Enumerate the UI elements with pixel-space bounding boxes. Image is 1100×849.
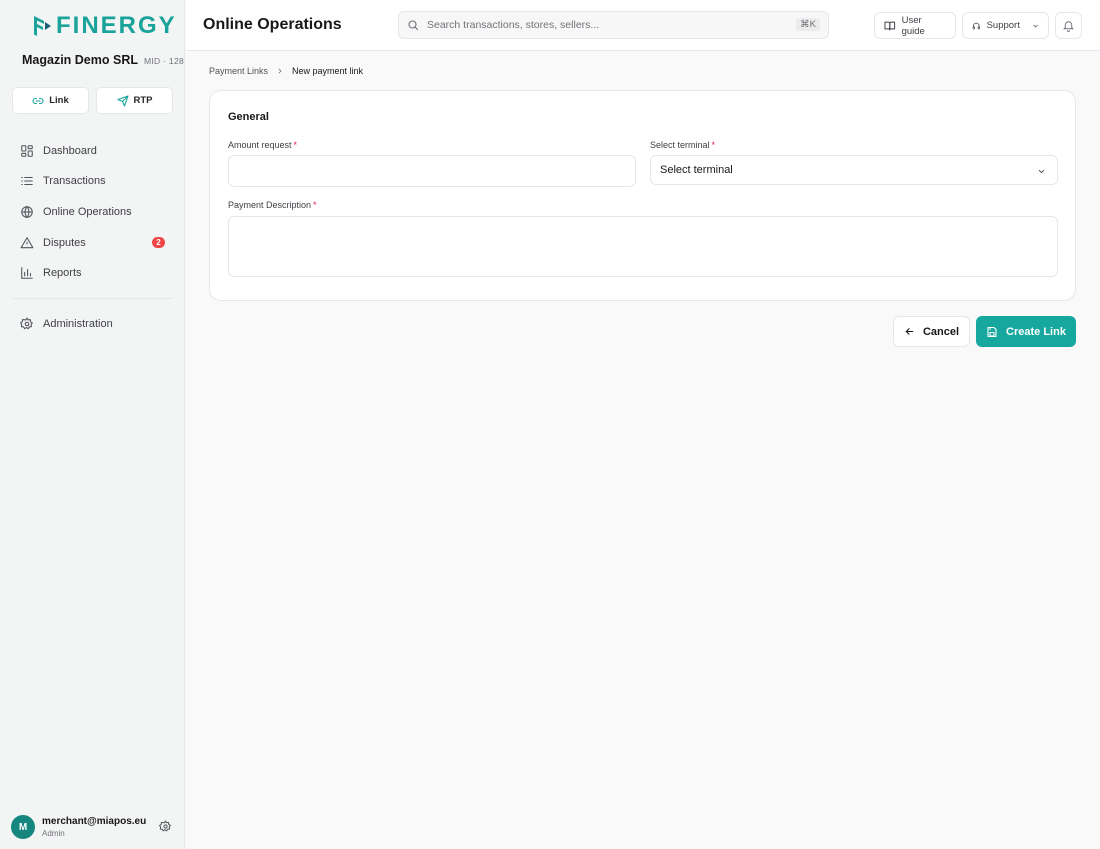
user-guide-button[interactable]: User guide bbox=[874, 12, 956, 39]
link-icon bbox=[32, 97, 44, 104]
sidebar-item-label: Transactions bbox=[43, 174, 106, 187]
amount-label: Amount request * bbox=[228, 140, 297, 150]
required-mark: * bbox=[293, 140, 298, 150]
globe-icon bbox=[21, 205, 33, 218]
user-guide-label: User guide bbox=[901, 14, 925, 37]
create-link-button[interactable]: Create Link bbox=[976, 316, 1076, 347]
book-icon bbox=[884, 21, 896, 30]
description-textarea[interactable] bbox=[228, 216, 1058, 277]
bar-chart-icon bbox=[21, 266, 33, 279]
support-label: Support bbox=[986, 20, 1020, 31]
cancel-label: Cancel bbox=[922, 325, 960, 338]
sidebar-item-online-operations[interactable]: Online Operations bbox=[12, 198, 173, 225]
avatar: M bbox=[11, 815, 35, 839]
support-button[interactable]: Support bbox=[962, 12, 1049, 39]
disputes-count-badge: 2 bbox=[152, 237, 165, 248]
quick-rtp-button[interactable]: RTP bbox=[96, 87, 173, 114]
general-form-card: General Amount request * Select terminal *… bbox=[209, 90, 1076, 301]
brand-name: FINERGY bbox=[56, 12, 177, 39]
user-role: Admin bbox=[42, 829, 65, 838]
quick-rtp-label: RTP bbox=[133, 95, 153, 106]
chevron-down-icon bbox=[1033, 24, 1038, 27]
create-link-label: Create Link bbox=[1006, 325, 1066, 338]
sidebar-item-transactions[interactable]: Transactions bbox=[12, 167, 173, 194]
merchant-info: Magazin Demo SRL MID · 128 bbox=[22, 53, 184, 67]
page-title: Online Operations bbox=[203, 16, 342, 33]
sidebar-item-disputes[interactable]: Disputes 2 bbox=[12, 229, 173, 256]
breadcrumb-current: New payment link bbox=[292, 66, 364, 76]
chevron-right-icon bbox=[278, 68, 282, 74]
sidebar-item-label: Administration bbox=[43, 317, 113, 330]
description-label-text: Payment Description bbox=[228, 200, 312, 210]
brand-logo[interactable]: FINERGY bbox=[32, 12, 177, 40]
sidebar-item-label: Disputes bbox=[43, 236, 86, 249]
sidebar-divider bbox=[12, 298, 173, 299]
warning-icon bbox=[20, 236, 34, 248]
terminal-select-value: Select terminal bbox=[660, 164, 733, 176]
required-mark: * bbox=[711, 140, 716, 150]
amount-input[interactable] bbox=[228, 155, 636, 187]
breadcrumb-payment-links[interactable]: Payment Links bbox=[209, 66, 268, 76]
bell-icon bbox=[1062, 21, 1075, 32]
dashboard-icon bbox=[21, 144, 33, 157]
search-shortcut: ⌘K bbox=[796, 18, 820, 31]
save-icon bbox=[987, 326, 997, 337]
amount-label-text: Amount request bbox=[228, 140, 292, 150]
gear-icon bbox=[20, 316, 33, 329]
send-icon bbox=[116, 94, 129, 107]
headset-icon bbox=[972, 22, 980, 29]
search-icon bbox=[408, 20, 419, 31]
required-mark: * bbox=[313, 200, 317, 210]
search-input[interactable]: Search transactions, stores, sellers... … bbox=[398, 11, 829, 39]
search-placeholder: Search transactions, stores, sellers... bbox=[427, 19, 600, 31]
sidebar: FINERGY Magazin Demo SRL MID · 128 Link … bbox=[0, 0, 185, 849]
sidebar-item-label: Online Operations bbox=[43, 205, 132, 218]
user-email: merchant@miapos.eu bbox=[42, 816, 147, 827]
sidebar-item-administration[interactable]: Administration bbox=[12, 310, 173, 337]
notifications-button[interactable] bbox=[1055, 12, 1082, 39]
quick-link-label: Link bbox=[49, 95, 69, 106]
section-title: General bbox=[228, 111, 269, 123]
sidebar-item-reports[interactable]: Reports bbox=[12, 259, 173, 286]
finergy-logo-icon bbox=[34, 16, 51, 36]
merchant-name: Magazin Demo SRL bbox=[22, 53, 138, 67]
description-label: Payment Description * bbox=[228, 200, 317, 210]
sidebar-item-label: Dashboard bbox=[43, 144, 97, 157]
breadcrumb: Payment Links New payment link bbox=[209, 66, 363, 76]
terminal-label-text: Select terminal bbox=[650, 140, 710, 150]
terminal-label: Select terminal * bbox=[650, 140, 715, 150]
top-header: Online Operations Search transactions, s… bbox=[186, 0, 1100, 51]
arrow-left-icon bbox=[905, 328, 914, 335]
quick-link-button[interactable]: Link bbox=[12, 87, 89, 114]
sidebar-item-label: Reports bbox=[43, 266, 82, 279]
user-menu[interactable]: M merchant@miapos.eu Admin bbox=[11, 814, 176, 840]
sidebar-item-dashboard[interactable]: Dashboard bbox=[12, 137, 173, 164]
settings-gear-icon[interactable] bbox=[159, 820, 172, 833]
terminal-select[interactable]: Select terminal bbox=[650, 155, 1058, 185]
merchant-mid: MID · 128 bbox=[144, 56, 185, 66]
cancel-button[interactable]: Cancel bbox=[893, 316, 970, 347]
chevron-down-icon bbox=[1038, 169, 1045, 174]
list-icon bbox=[21, 176, 33, 185]
